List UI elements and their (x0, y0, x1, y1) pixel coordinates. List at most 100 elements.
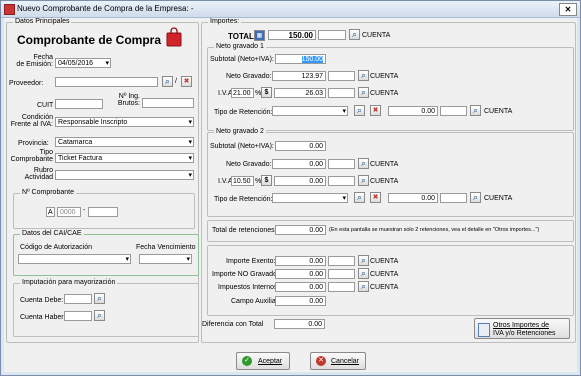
aceptar-button[interactable]: ✓ Aceptar (236, 352, 290, 370)
ng2-retencion-cuenta-field[interactable] (440, 193, 467, 203)
cuenta-haber-search-button[interactable] (94, 310, 105, 321)
exento-search-button[interactable] (358, 255, 369, 266)
total-field[interactable]: 150.00 (268, 30, 316, 40)
ng1-subtotal-field[interactable]: 150.00 (275, 54, 326, 64)
numero-comprobante-field[interactable] (88, 207, 118, 217)
ng1-iva-search-button[interactable] (358, 87, 369, 98)
ng2-retencion-value-field[interactable]: 0.00 (388, 193, 438, 203)
total-retenciones-field[interactable]: 0.00 (275, 225, 326, 235)
impuestos-internos-value: 0.00 (309, 284, 323, 291)
campo-auxiliar-value: 0.00 (309, 298, 323, 305)
ng2-retencion-cuenta-search-button[interactable] (470, 192, 481, 203)
ng2-retencion-search-button[interactable] (354, 192, 365, 203)
ng1-retencion-cuenta-field[interactable] (440, 106, 467, 116)
campo-auxiliar-label: Campo Auxiliar (231, 298, 279, 305)
close-button[interactable]: ✕ (559, 3, 577, 16)
ng1-iva-rate-value: 21.00 (233, 90, 251, 97)
no-gravado-label: Importe NO Gravado: (212, 271, 279, 278)
ng1-neto-cuenta-field[interactable] (328, 71, 355, 81)
ng2-retencion-select[interactable] (272, 193, 348, 203)
ng1-neto-field[interactable]: 123.97 (272, 71, 326, 81)
no-gravado-field[interactable]: 0.00 (275, 269, 326, 279)
impuestos-internos-field[interactable]: 0.00 (275, 282, 326, 292)
impuestos-internos-cuenta-field[interactable] (328, 282, 355, 292)
proveedor-clear-button[interactable] (181, 76, 192, 87)
cuenta-debe-field[interactable] (64, 294, 92, 304)
ng1-neto-label: Neto Gravado: (226, 73, 272, 80)
provincia-select[interactable]: Catamarca (55, 137, 194, 147)
ng1-retencion-value-field[interactable]: 0.00 (388, 106, 438, 116)
condicion-iva-value: Responsable Inscripto (58, 119, 128, 126)
imputacion-group: Imputación para mayorización Cuenta Debe… (13, 279, 199, 337)
ng2-iva-search-button[interactable] (358, 175, 369, 186)
ng2-retencion-value: 0.00 (421, 195, 435, 202)
total-cuenta-search-button[interactable] (349, 29, 360, 40)
otros-importes-group: Importe Exento: 0.00 CUENTA Importe NO G… (207, 245, 574, 316)
punto-venta-field[interactable]: 0000 (57, 207, 81, 217)
rubro-actividad-select[interactable] (55, 170, 194, 180)
ng2-neto-field[interactable]: 0.00 (272, 159, 326, 169)
proveedor-label: Proveedor: (9, 80, 44, 87)
ng2-retencion-cuenta-label: CUENTA (484, 195, 513, 202)
impuestos-internos-search-button[interactable] (358, 281, 369, 292)
exento-cuenta-label: CUENTA (370, 258, 399, 265)
ng2-iva-field[interactable]: 0.00 (274, 176, 326, 186)
ng1-retencion-select[interactable] (272, 106, 348, 116)
ng1-retencion-search-button[interactable] (354, 105, 365, 116)
dollar-icon: $ (264, 177, 269, 184)
ng1-iva-field[interactable]: 26.03 (274, 88, 326, 98)
diferencia-field[interactable]: 0.00 (274, 319, 325, 329)
otros-importes-button[interactable]: Otros Importes de IVA y/o Retenciones (474, 318, 570, 339)
ng2-dollar-button[interactable]: $ (261, 175, 272, 186)
otros-importes-line2: IVA y/o Retenciones (493, 330, 556, 337)
rubro-label-1: Rubro (33, 167, 53, 174)
calculator-button[interactable]: ▦ (254, 30, 265, 41)
ng2-iva-cuenta-field[interactable] (328, 176, 355, 186)
ng1-neto-value: 123.97 (301, 73, 323, 80)
shopping-bag-icon (165, 27, 183, 47)
document-icon (478, 323, 490, 337)
ng1-neto-search-button[interactable] (358, 70, 369, 81)
ng1-iva-value: 26.03 (305, 90, 323, 97)
ng1-iva-rate-field[interactable]: 21.00 (231, 88, 254, 98)
provincia-label: Provincia: (18, 140, 49, 147)
ng1-retencion-cuenta-label: CUENTA (484, 108, 513, 115)
no-gravado-search-button[interactable] (358, 268, 369, 279)
ng1-retencion-clear-button[interactable] (370, 105, 381, 116)
total-value: 150.00 (288, 31, 313, 40)
ng1-subtotal-value: 150.00 (301, 56, 323, 63)
ng1-dollar-button[interactable]: $ (261, 87, 272, 98)
letra-field[interactable]: A (46, 207, 55, 217)
ng2-subtotal-value: 0.00 (309, 143, 323, 150)
fecha-vencimiento-field[interactable] (139, 254, 192, 264)
app-icon (4, 4, 15, 15)
ingresos-brutos-field[interactable] (142, 98, 194, 108)
total-cuenta-field[interactable] (318, 30, 346, 40)
exento-cuenta-field[interactable] (328, 256, 355, 266)
total-retenciones-group: Total de retenciones: 0.00 (En esta pant… (207, 220, 574, 242)
cuenta-haber-label: Cuenta Haber: (20, 314, 66, 321)
cuenta-haber-field[interactable] (64, 311, 92, 321)
proveedor-field[interactable] (55, 77, 158, 87)
ng2-iva-value: 0.00 (309, 178, 323, 185)
fecha-emision-field[interactable]: 04/05/2016 (55, 58, 111, 68)
exento-field[interactable]: 0.00 (275, 256, 326, 266)
ng2-subtotal-field[interactable]: 0.00 (275, 141, 326, 151)
no-gravado-cuenta-field[interactable] (328, 269, 355, 279)
tipo-comprobante-select[interactable]: Ticket Factura (55, 153, 194, 163)
ng2-iva-rate-field[interactable]: 10.50 (231, 176, 254, 186)
cancelar-button[interactable]: ✕ Cancelar (310, 352, 366, 370)
ng2-neto-search-button[interactable] (358, 158, 369, 169)
ng1-iva-cuenta-field[interactable] (328, 88, 355, 98)
condicion-iva-select[interactable]: Responsable Inscripto (55, 117, 194, 127)
ng2-retencion-clear-button[interactable] (370, 192, 381, 203)
diferencia-label: Diferencia con Total (202, 321, 264, 328)
calculator-icon: ▦ (256, 33, 263, 39)
campo-auxiliar-field[interactable]: 0.00 (275, 296, 326, 306)
proveedor-search-button[interactable] (162, 76, 173, 87)
cuenta-debe-search-button[interactable] (94, 293, 105, 304)
ng2-neto-cuenta-field[interactable] (328, 159, 355, 169)
ng1-retencion-cuenta-search-button[interactable] (470, 105, 481, 116)
cuit-field[interactable] (55, 99, 103, 109)
codigo-autorizacion-select[interactable] (18, 254, 131, 264)
